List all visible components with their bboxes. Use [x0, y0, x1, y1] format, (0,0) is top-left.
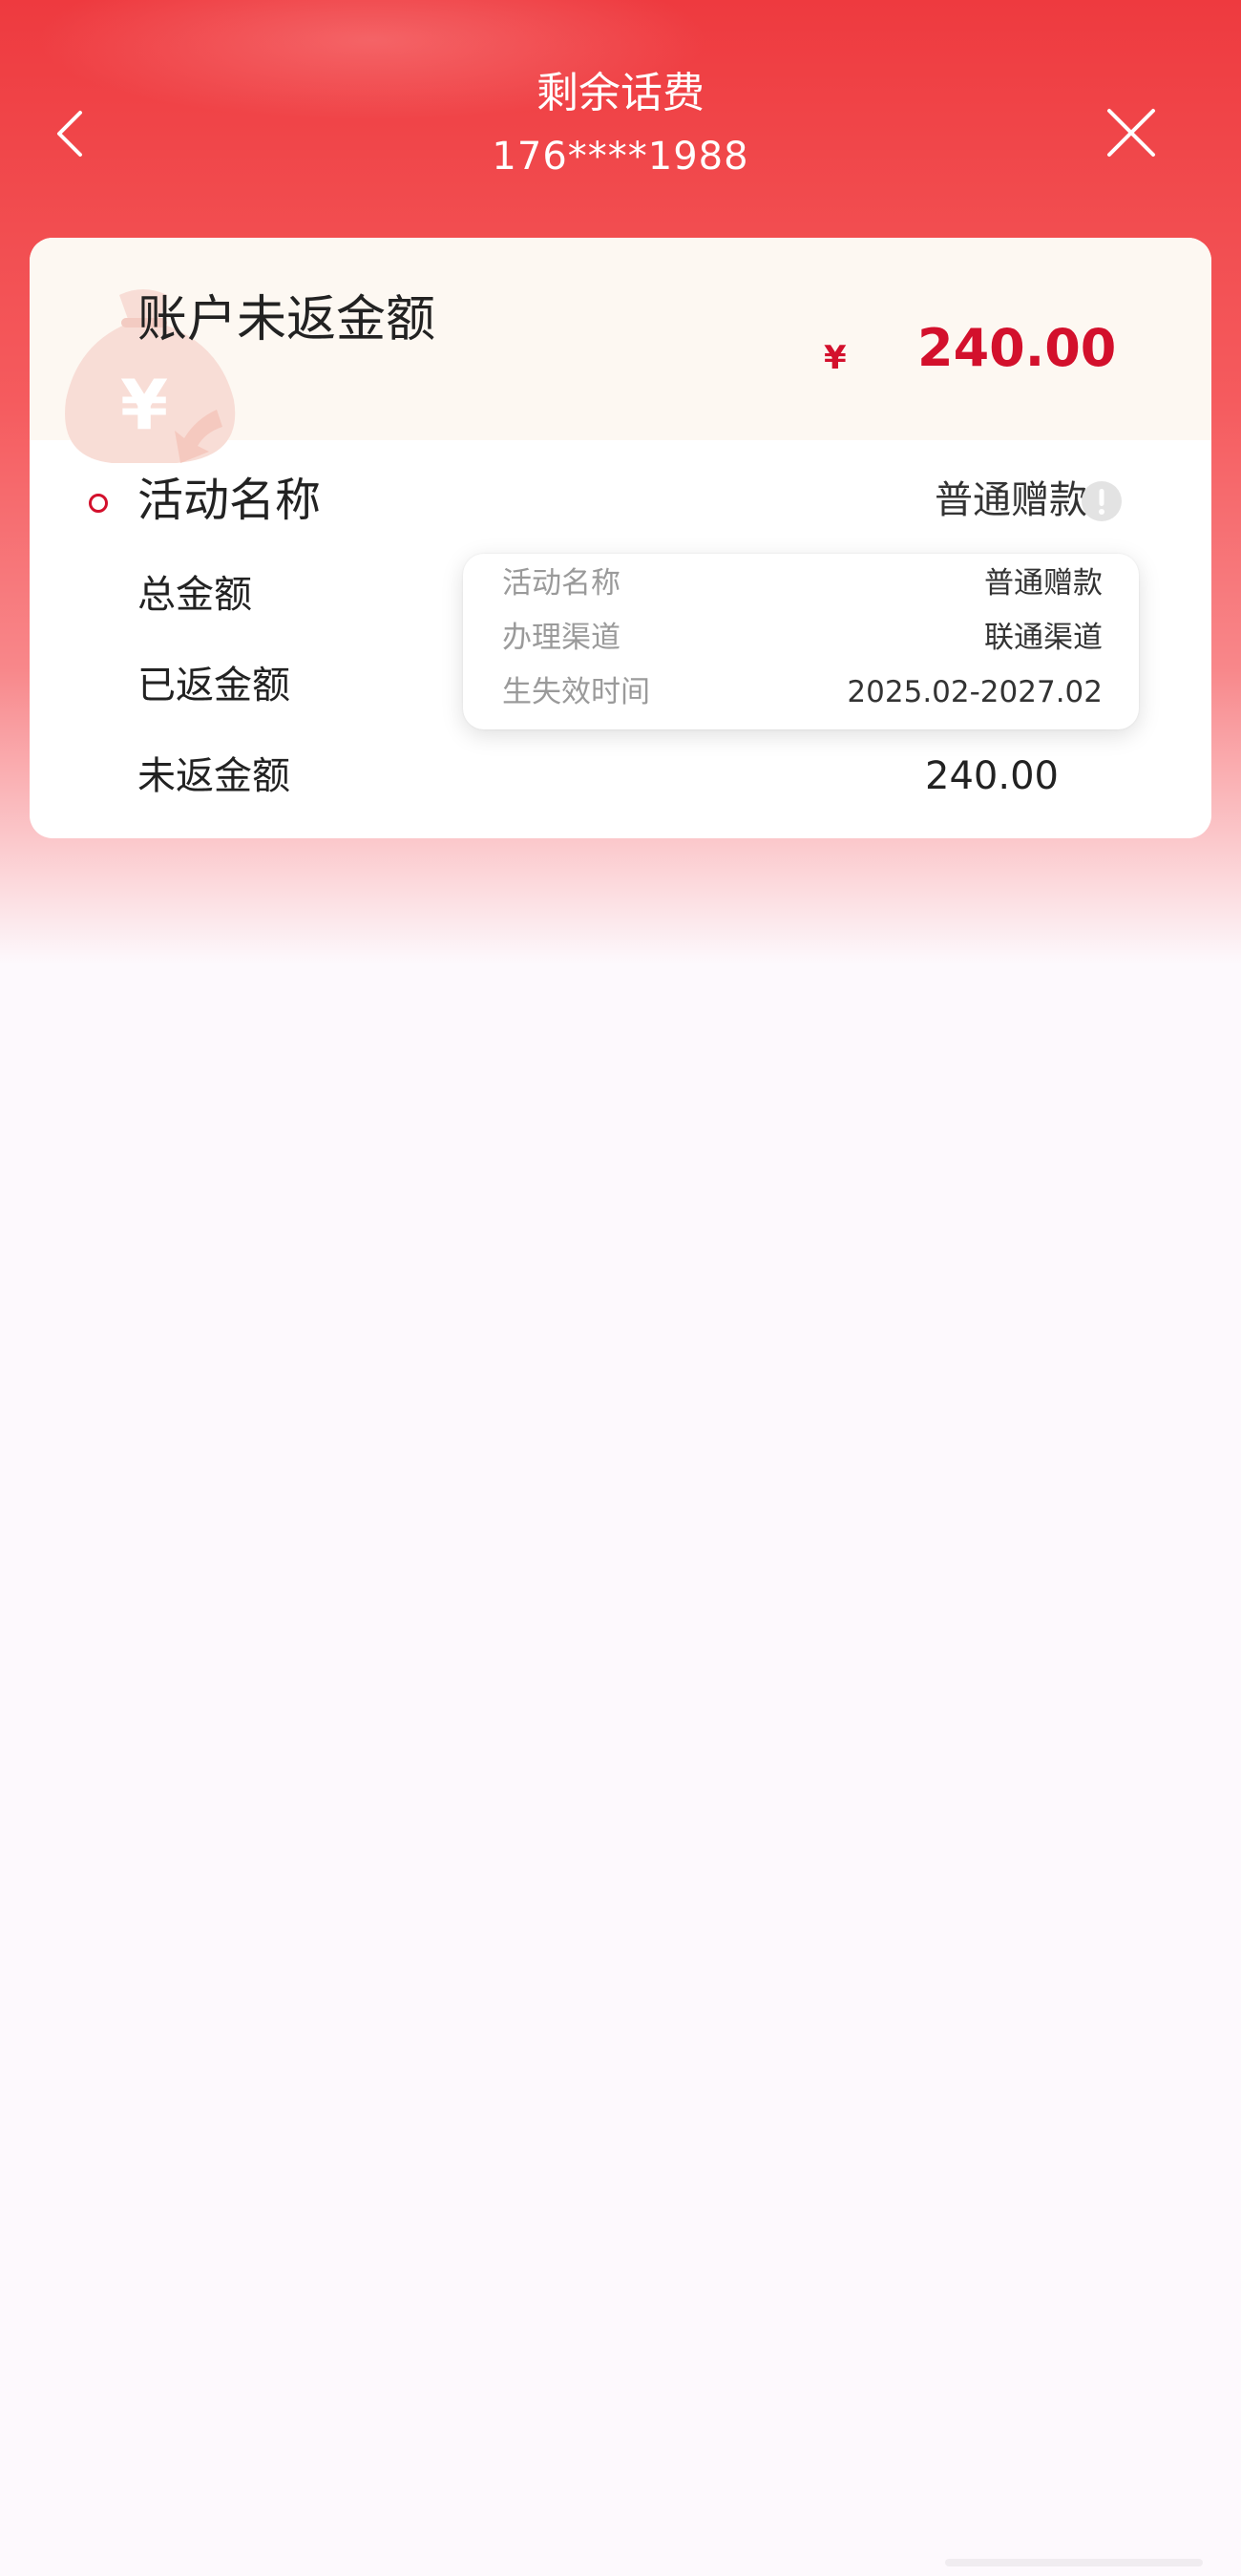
- card-summary: ¥ 账户未返金额 ¥ 240.00: [30, 238, 1211, 463]
- currency-symbol: ¥: [824, 339, 847, 377]
- exclamation-info-icon: [1082, 481, 1122, 521]
- phone-number: 176****1988: [492, 135, 749, 179]
- summary-title: 账户未返金额: [137, 291, 436, 348]
- total-amount-label: 总金额: [137, 573, 252, 617]
- svg-text:¥: ¥: [120, 365, 168, 445]
- tooltip-label: 办理渠道: [502, 621, 620, 655]
- tooltip-label: 活动名称: [502, 566, 620, 601]
- close-button[interactable]: [1100, 101, 1163, 164]
- section-bullet: [89, 494, 108, 513]
- activity-name-label: 活动名称: [137, 474, 322, 527]
- unreturned-amount-value: 240.00: [925, 754, 1059, 798]
- info-button[interactable]: [1081, 480, 1123, 522]
- tooltip-value: 联通渠道: [984, 621, 1103, 655]
- tooltip-value: 普通赠款: [984, 566, 1103, 601]
- activity-name-value: 普通赠款: [935, 478, 1087, 522]
- summary-amount: 240.00: [917, 318, 1117, 378]
- activity-tooltip: 活动名称 普通赠款 办理渠道 联通渠道 生失效时间 2025.02-2027.0…: [463, 554, 1139, 729]
- header: 剩余话费 176****1988: [0, 0, 1241, 220]
- unreturned-amount-label: 未返金额: [137, 754, 290, 798]
- tooltip-label: 生失效时间: [502, 675, 650, 709]
- balance-card: ¥ 账户未返金额 ¥ 240.00 活动名称 普通赠款 总金额 已返金额 未返金…: [30, 238, 1211, 838]
- returned-amount-label: 已返金额: [137, 664, 290, 707]
- close-icon: [1107, 109, 1155, 157]
- tooltip-value: 2025.02-2027.02: [847, 675, 1103, 709]
- home-indicator: [945, 2559, 1203, 2566]
- page-title: 剩余话费: [536, 69, 705, 117]
